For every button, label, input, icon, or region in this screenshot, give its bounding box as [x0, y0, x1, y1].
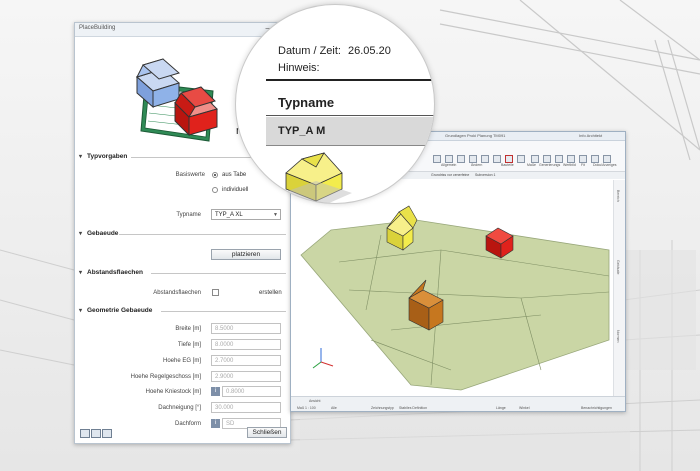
status-angle: Winkel [519, 406, 530, 410]
tool-icon[interactable] [567, 155, 575, 163]
hoehe-kniestock-input[interactable]: 0.8000 [222, 386, 281, 397]
side-label: Bereich [616, 190, 620, 202]
chevron-down-icon: ▾ [79, 270, 83, 276]
status-unit: Alle [331, 406, 337, 410]
chevron-down-icon: ▾ [79, 308, 83, 314]
radio-individuell[interactable] [212, 187, 218, 193]
tool-icon[interactable] [603, 155, 611, 163]
ribbon-label: Maße [527, 163, 536, 167]
ribbon-label: Bauteile [501, 163, 514, 167]
datum-label: Datum / Zeit: [278, 45, 341, 57]
radio-label-aus-tabelle: aus Tabe [222, 172, 247, 178]
breite-input[interactable]: 8.5000 [211, 323, 281, 334]
section-gebaeude[interactable]: ▾ Gebaeude [79, 230, 118, 240]
side-scroll-panel[interactable]: Bereich Gebäude Normen [613, 180, 625, 396]
divider [266, 115, 434, 116]
divider [151, 273, 286, 274]
view-tab[interactable]: Subversion 1 [475, 173, 495, 177]
hinweis-label: Hinweis: [278, 62, 320, 74]
status-definition: Stabiles Definition [399, 406, 428, 410]
save-icon[interactable] [102, 429, 112, 438]
dachneigung-label: Dachneigung [°] [158, 405, 201, 411]
erstellen-checkbox[interactable] [212, 289, 219, 296]
tool-icon[interactable] [591, 155, 599, 163]
tool-icon[interactable] [517, 155, 525, 163]
status-drawing: Zeichnungstyp [371, 406, 394, 410]
terrain-model [300, 205, 610, 391]
section-geometrie[interactable]: ▾ Geometrie Gebaeude [79, 307, 152, 317]
terrain-plane [300, 219, 610, 391]
axis-gizmo [312, 348, 334, 369]
typname-label: Typname [176, 212, 201, 218]
divider [266, 79, 434, 81]
panel-title: PlaceBuilding [79, 25, 116, 31]
typname-row-value: TYP_A M [278, 125, 326, 137]
breite-label: Breite [m] [175, 326, 201, 332]
copy-icon[interactable] [91, 429, 101, 438]
folder-icon[interactable] [80, 429, 90, 438]
divider [119, 234, 286, 235]
tool-icon[interactable] [457, 155, 465, 163]
hoehe-eg-input[interactable]: 2.7000 [211, 355, 281, 366]
chevron-down-icon: ▼ [273, 212, 278, 218]
erstellen-label: erstellen [259, 290, 282, 296]
magnifier-lens: Datum / Zeit: 26.05.20 Hinweis: Typname … [235, 4, 435, 204]
status-view: Ansicht [309, 399, 321, 403]
info-icon[interactable]: i [211, 419, 220, 428]
cad-viewport[interactable] [291, 180, 611, 396]
chevron-down-icon: ▾ [79, 154, 83, 160]
tiefe-label: Tiefe [m] [177, 342, 201, 348]
ribbon-label: Fit [581, 163, 585, 167]
radio-label-individuell: individuell [222, 187, 249, 193]
tool-icon[interactable] [531, 155, 539, 163]
delete-icon[interactable] [505, 155, 513, 163]
ribbon-label: Allgemein [441, 163, 457, 167]
info-icon[interactable]: i [211, 387, 220, 396]
panel-titlebar: PlaceBuilding – × [75, 23, 290, 37]
cad-statusbar: Ansicht Maß 1 : 100 Alle Zeichnungstyp S… [291, 396, 625, 411]
dachneigung-input[interactable]: 30.000 [211, 402, 281, 413]
section-abstandsflaechen[interactable]: ▾ Abstandsflaechen [79, 269, 143, 279]
status-length: Länge [496, 406, 506, 410]
datum-value: 26.05.20 [348, 45, 391, 57]
ribbon-label: Wertbild [563, 163, 576, 167]
tool-icon[interactable] [493, 155, 501, 163]
abstand-label: Abstandsflaechen [153, 290, 201, 296]
typname-select[interactable]: TYP_A XL ▼ [211, 209, 281, 220]
side-label: Gebäude [616, 260, 620, 275]
typname-header: Typname [278, 95, 335, 110]
tool-icon[interactable] [579, 155, 587, 163]
tool-icon[interactable] [433, 155, 441, 163]
tool-icon[interactable] [469, 155, 477, 163]
status-scale: Maß 1 : 100 [297, 406, 316, 410]
ribbon-label: Generierungs [539, 163, 561, 167]
tool-icon[interactable] [543, 155, 551, 163]
cad-title: Grundlagen Proki Planung TM091 [445, 133, 506, 138]
yellow-building-preview [282, 152, 352, 203]
tool-icon[interactable] [555, 155, 563, 163]
platzieren-button[interactable]: platzieren [211, 249, 281, 260]
ribbon-label: Doku/Anzeiges [593, 163, 617, 167]
hoehe-regelgeschoss-input[interactable]: 2.9000 [211, 371, 281, 382]
tiefe-input[interactable]: 8.0000 [211, 339, 281, 350]
section-typvorgaben[interactable]: ▾ Typvorgaben [79, 153, 127, 163]
side-label: Normen [616, 330, 620, 343]
status-notes[interactable]: Benachrichtigungen [581, 406, 612, 410]
hoehe-regelgeschoss-label: Hoehe Regelgeschoss [m] [130, 374, 201, 380]
tool-icon[interactable] [445, 155, 453, 163]
chevron-down-icon: ▾ [79, 231, 83, 237]
divider [161, 311, 286, 312]
tool-icon[interactable] [481, 155, 489, 163]
buildings-illustration [135, 58, 218, 142]
hoehe-kniestock-label: Hoehe Kniestock [m] [145, 389, 201, 395]
view-tab[interactable]: Grundriss vor cenerfeine [431, 173, 469, 177]
radio-aus-tabelle[interactable] [212, 172, 218, 178]
ribbon-label: Ändern [471, 163, 483, 167]
hoehe-eg-label: Hoehe EG [m] [162, 358, 201, 364]
schliessen-button[interactable]: Schließen [247, 427, 287, 438]
cad-user: Info Architekt [579, 133, 603, 138]
dachform-label: Dachform [174, 421, 201, 427]
basiswerte-label: Basiswerte [175, 172, 205, 178]
